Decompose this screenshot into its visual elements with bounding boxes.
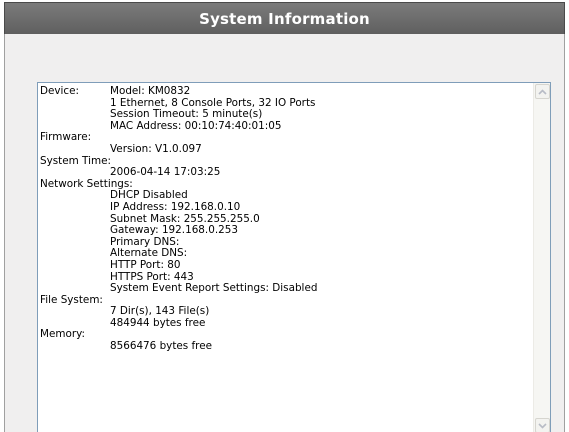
info-label [40,98,110,110]
info-label [40,341,110,353]
info-line: 484944 bytes free [40,316,528,330]
info-label [40,202,110,214]
info-line: System Event Report Settings: Disabled [40,282,528,295]
info-label [40,109,110,121]
info-value: Version: V1.0.097 [110,142,202,155]
info-label [40,167,110,179]
arrow-up-icon [538,88,547,95]
info-label [40,306,110,318]
info-value: System Event Report Settings: Disabled [110,282,318,295]
info-label: Firmware: [40,131,92,144]
info-label: Network Settings: [40,177,133,190]
scroll-up-button[interactable] [535,84,550,99]
info-label: File System: [40,293,103,306]
info-line: HTTP Port: 80 [40,258,528,272]
info-label [40,144,110,156]
info-line: Version: V1.0.097 [40,142,528,156]
info-label [40,248,110,260]
page-title: System Information [199,9,370,28]
info-label: Memory: [40,328,86,341]
info-value: 2006-04-14 17:03:25 [110,166,221,179]
info-label [40,260,110,272]
info-panel: Device: Model: KM0832 1 Ethernet, 8 Consol… [4,34,565,432]
scroll-down-button[interactable] [535,418,550,432]
arrow-down-icon [538,422,547,429]
info-label: System Time: [40,154,111,167]
info-line: Device: Model: KM0832 [40,85,528,98]
info-value: Model: KM0832 [110,85,191,97]
info-value: 8566476 bytes free [110,340,212,353]
info-value: MAC Address: 00:10:74:40:01:05 [110,119,282,132]
info-value: HTTP Port: 80 [110,258,181,271]
info-line: Gateway: 192.168.0.253 [40,225,528,237]
info-value: Gateway: 192.168.0.253 [110,224,238,237]
info-value: 484944 bytes free [110,316,206,329]
info-label [40,225,110,237]
info-line: IP Address: 192.168.0.10 [40,200,528,214]
info-label: Device: [40,85,80,97]
vertical-scrollbar[interactable] [533,83,550,432]
info-line: MAC Address: 00:10:74:40:01:05 [40,119,528,133]
info-label [40,272,110,284]
title-bar: System Information [4,2,565,34]
system-information-page: System Information Device: Model: KM0832 1… [0,0,569,432]
info-label [40,214,110,226]
info-label [40,283,110,295]
system-info-textarea[interactable]: Device: Model: KM0832 1 Ethernet, 8 Consol… [37,82,551,432]
info-label [40,190,110,202]
info-value: IP Address: 192.168.0.10 [110,200,241,213]
info-label [40,237,110,249]
system-info-content: Device: Model: KM0832 1 Ethernet, 8 Consol… [40,85,528,432]
info-line: 8566476 bytes free [40,340,528,353]
info-line: 2006-04-14 17:03:25 [40,167,528,179]
